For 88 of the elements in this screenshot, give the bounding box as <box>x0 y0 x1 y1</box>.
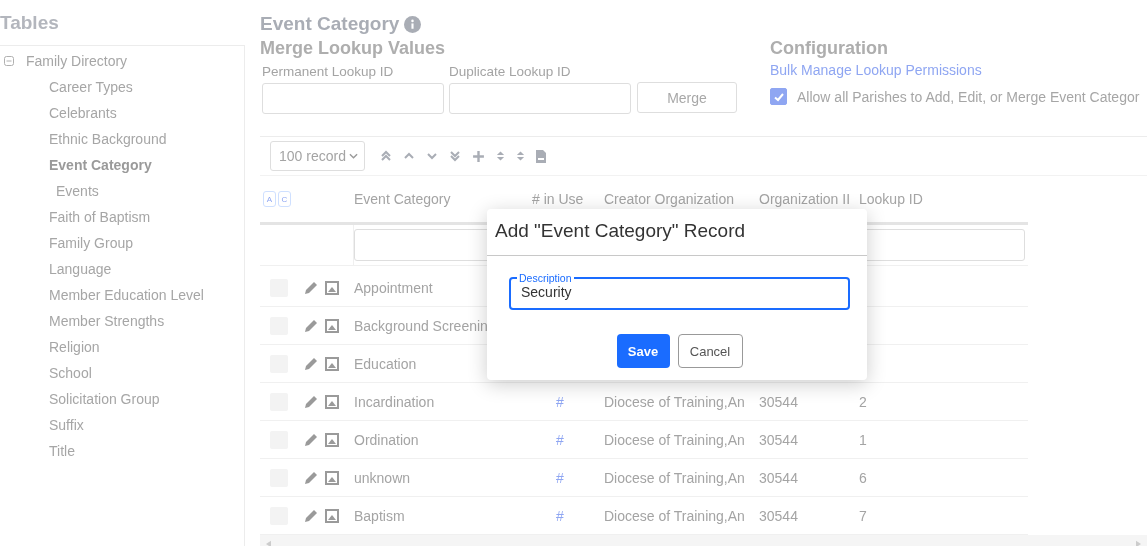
image-icon[interactable] <box>325 394 339 409</box>
tree-item[interactable]: Family Directory <box>26 53 128 69</box>
pencil-icon[interactable] <box>304 318 318 333</box>
usage-link[interactable]: # <box>556 393 564 410</box>
table-cell: Diocese of Training,An <box>604 469 745 486</box>
section-title: Configuration <box>770 38 889 60</box>
table-cell: Diocese of Training,An <box>604 431 745 448</box>
pencil-icon[interactable] <box>304 508 318 523</box>
page-size-select[interactable]: 100 record <box>270 141 365 171</box>
collapse-icon[interactable] <box>4 56 14 66</box>
sort-icon[interactable] <box>495 150 505 162</box>
field-label: Permanent Lookup ID <box>262 64 395 79</box>
merge-button[interactable]: Merge <box>637 82 737 113</box>
tree-item[interactable]: Member Education Level <box>49 287 204 303</box>
tree-item[interactable]: Member Strengths <box>49 313 165 329</box>
usage-link[interactable]: # <box>556 469 564 486</box>
tree-item[interactable]: Family Group <box>49 235 134 251</box>
tree-item[interactable]: Career Types <box>49 79 133 95</box>
tree-item[interactable]: Events <box>56 183 99 199</box>
table-cell: 30544 <box>759 431 798 448</box>
table-cell: 6 <box>859 469 867 486</box>
tree-item[interactable]: Religion <box>49 339 100 355</box>
table-cell-text: unknown <box>354 469 412 486</box>
image-icon[interactable] <box>325 280 339 295</box>
tree-item[interactable]: Faith of Baptism <box>49 209 151 225</box>
scroll-right-icon[interactable] <box>1136 540 1141 546</box>
table-cell-text: Ordination <box>354 431 420 448</box>
permissions-link[interactable]: Bulk Manage Lookup Permissions <box>770 62 982 86</box>
save-button[interactable]: Save <box>616 334 670 368</box>
table-cell-text: Background Screenin <box>354 317 489 334</box>
table-cell: Diocese of Training,An <box>604 507 745 524</box>
column-toggle[interactable]: A <box>263 191 276 207</box>
sidebar-title: Tables <box>0 12 60 35</box>
table-cell: 2 <box>859 393 867 410</box>
plus-icon[interactable] <box>471 149 485 163</box>
column-header[interactable]: Lookup ID <box>859 191 1028 207</box>
image-icon[interactable] <box>325 356 339 371</box>
file-icon[interactable] <box>535 149 546 163</box>
column-toggle[interactable]: C <box>278 191 291 207</box>
chevron-down-icon[interactable] <box>425 150 438 162</box>
checkbox-label: Allow all Parishes to Add, Edit, or Merge Event Categor <box>797 88 1140 105</box>
image-icon[interactable] <box>325 508 339 523</box>
pencil-icon[interactable] <box>304 394 318 409</box>
tree-item[interactable]: Title <box>49 443 75 459</box>
sort-icon[interactable] <box>515 150 525 162</box>
tree-item[interactable]: Language <box>49 261 112 277</box>
table-cell-text: Incardination <box>354 393 436 410</box>
double-chevron-down-icon[interactable] <box>448 150 461 162</box>
field-label: Duplicate Lookup ID <box>449 64 572 79</box>
table-cell-text: Education <box>354 355 418 372</box>
description-field[interactable]: Description Security <box>509 272 850 310</box>
column-header[interactable]: # in Use <box>532 191 604 207</box>
tree-item[interactable]: Ethnic Background <box>49 131 167 147</box>
table-cell: 7 <box>859 507 867 524</box>
input-field[interactable] <box>262 83 444 114</box>
column-header[interactable]: Event Category <box>354 191 532 207</box>
image-icon[interactable] <box>325 470 339 485</box>
usage-link[interactable]: # <box>556 507 564 524</box>
double-chevron-up-icon[interactable] <box>379 150 392 162</box>
tree-item[interactable]: Solicitation Group <box>49 391 160 407</box>
checkbox[interactable] <box>770 88 787 105</box>
table-cell: 30544 <box>759 469 798 486</box>
usage-link[interactable]: # <box>556 431 564 448</box>
tree-item[interactable]: Celebrants <box>49 105 117 121</box>
image-icon[interactable] <box>325 432 339 447</box>
info-icon[interactable] <box>404 15 422 33</box>
table-cell: 30544 <box>759 393 798 410</box>
dialog-title: Add "Event Category" Record <box>487 209 867 256</box>
pencil-icon[interactable] <box>304 356 318 371</box>
tree-item[interactable]: Suffix <box>49 417 84 433</box>
cancel-button[interactable]: Cancel <box>677 334 743 368</box>
image-icon[interactable] <box>325 318 339 333</box>
table-cell-text: Baptism <box>354 507 406 524</box>
section-title: Merge Lookup Values <box>260 38 447 60</box>
pencil-icon[interactable] <box>304 470 318 485</box>
page-title: Event Category <box>260 13 400 35</box>
scroll-left-icon[interactable] <box>266 540 271 546</box>
pencil-icon[interactable] <box>304 280 318 295</box>
table-cell: 1 <box>859 431 867 448</box>
caret-icon <box>348 153 358 159</box>
table-cell: Diocese of Training,An <box>604 393 745 410</box>
column-header[interactable]: Organization II <box>759 191 859 207</box>
tree-item[interactable]: School <box>49 365 92 381</box>
pencil-icon[interactable] <box>304 432 318 447</box>
table-cell: 30544 <box>759 507 798 524</box>
tree-item[interactable]: Event Category <box>49 157 152 173</box>
input-field[interactable] <box>449 83 631 114</box>
column-header[interactable]: Creator Organization <box>604 191 759 207</box>
